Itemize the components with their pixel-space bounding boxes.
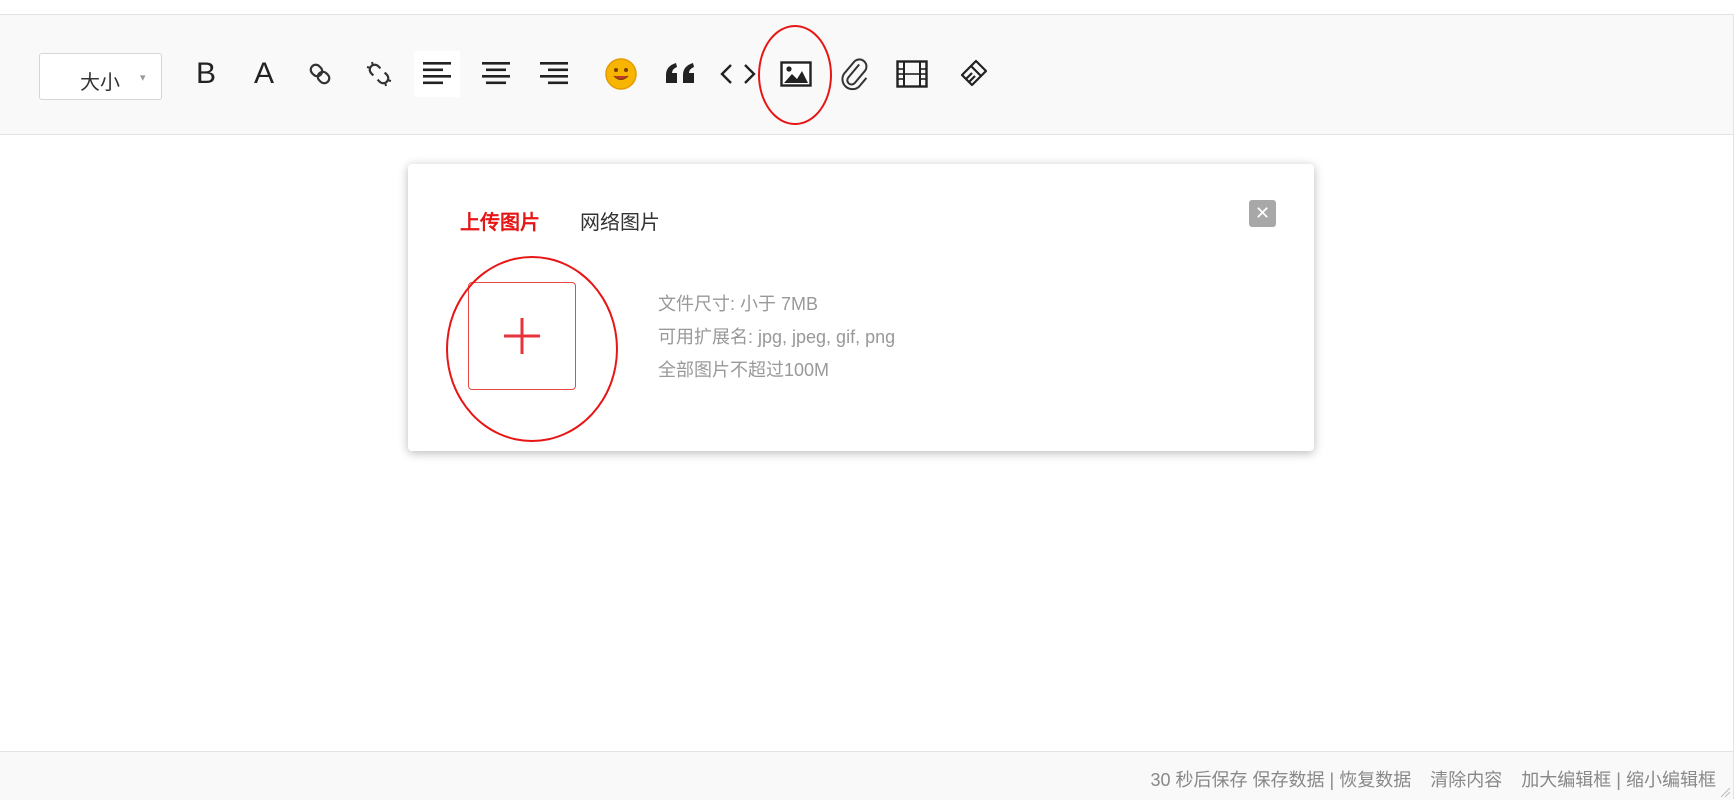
clear-content-link[interactable]: 清除内容 [1430, 770, 1502, 790]
code-icon [720, 64, 756, 84]
bold-icon: B [195, 57, 216, 90]
save-data-link[interactable]: 保存数据 [1253, 770, 1325, 790]
font-color-button[interactable]: A [241, 51, 287, 97]
film-icon [896, 60, 928, 88]
unlink-button[interactable] [356, 51, 402, 97]
highlight-ellipse-image-button [758, 25, 832, 125]
brush-icon [960, 59, 988, 87]
smiley-icon [605, 58, 637, 90]
link-icon [309, 63, 331, 85]
chevron-down-icon: ▾ [140, 72, 146, 84]
statusbar-actions: 30 秒后保存 保存数据 | 恢复数据 清除内容 加大编辑框 | 缩小编辑框 [1150, 766, 1716, 792]
align-left-icon [423, 62, 451, 85]
unlink-icon [366, 61, 392, 87]
enlarge-editor-link[interactable]: 加大编辑框 [1521, 770, 1611, 790]
font-color-icon: A [253, 57, 274, 90]
align-right-icon [540, 62, 568, 85]
font-size-label: 大小 [80, 72, 120, 94]
autosave-countdown: 30 秒后保存 [1150, 770, 1248, 790]
editor-toolbar: 大小 ▾ B A [0, 15, 1733, 135]
allowed-extensions: 可用扩展名: jpg, jpeg, gif, png [658, 327, 896, 347]
link-button[interactable] [297, 51, 343, 97]
video-button[interactable] [889, 51, 935, 97]
editor-statusbar: 30 秒后保存 保存数据 | 恢复数据 清除内容 加大编辑框 | 缩小编辑框 [0, 751, 1733, 800]
emoji-button[interactable] [598, 51, 644, 97]
close-button[interactable]: ✕ [1249, 200, 1276, 227]
tab-upload-image[interactable]: 上传图片 [460, 206, 540, 235]
highlight-ellipse-upload-box [446, 256, 618, 442]
align-center-button[interactable] [473, 51, 519, 97]
shrink-editor-link[interactable]: 缩小编辑框 [1626, 770, 1716, 790]
quote-button[interactable] [658, 51, 704, 97]
image-upload-dialog: 上传图片 网络图片 ✕ 文件尺寸: 小于 7MB 可用扩展名: jpg, jpe… [408, 164, 1314, 451]
restore-data-link[interactable]: 恢复数据 [1339, 770, 1411, 790]
separator: | [1329, 770, 1335, 790]
clear-format-button[interactable] [950, 51, 996, 97]
code-button[interactable] [715, 51, 761, 97]
align-right-button[interactable] [531, 51, 577, 97]
upload-requirements: 文件尺寸: 小于 7MB 可用扩展名: jpg, jpeg, gif, png … [658, 288, 895, 387]
bold-button[interactable]: B [183, 51, 229, 97]
close-icon: ✕ [1254, 203, 1271, 223]
quote-icon [666, 63, 694, 83]
attachment-button[interactable] [831, 51, 877, 97]
font-size-select[interactable]: 大小 ▾ [39, 53, 162, 100]
align-center-icon [482, 62, 510, 85]
separator: | [1616, 770, 1621, 790]
total-size-limit: 全部图片不超过100M [658, 360, 830, 380]
file-size-limit: 文件尺寸: 小于 7MB [658, 294, 819, 314]
align-left-button[interactable] [414, 51, 460, 97]
paperclip-icon [841, 58, 868, 91]
resize-grip-icon[interactable] [1719, 786, 1731, 798]
tab-web-image[interactable]: 网络图片 [580, 206, 660, 235]
